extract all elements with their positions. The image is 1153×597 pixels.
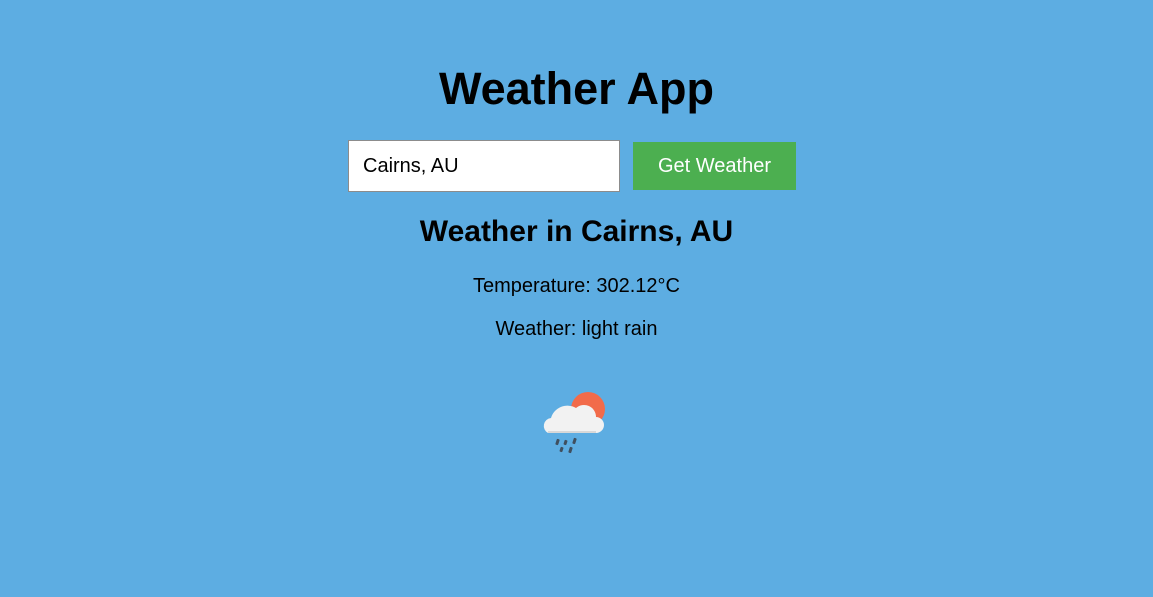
rain-drops-icon [555,437,577,454]
weather-description-text: Weather: light rain [495,318,658,340]
temperature-text: Temperature: 302.12°C [472,275,680,297]
light-rain-sun-cloud-icon [536,388,608,460]
city-input[interactable] [348,140,620,192]
app-title: Weather App [438,63,715,114]
weather-heading: Weather in Cairns, AU [419,215,734,248]
get-weather-button[interactable]: Get Weather [633,142,796,190]
weather-app: Weather App Get Weather Weather in Cairn… [0,0,1153,597]
